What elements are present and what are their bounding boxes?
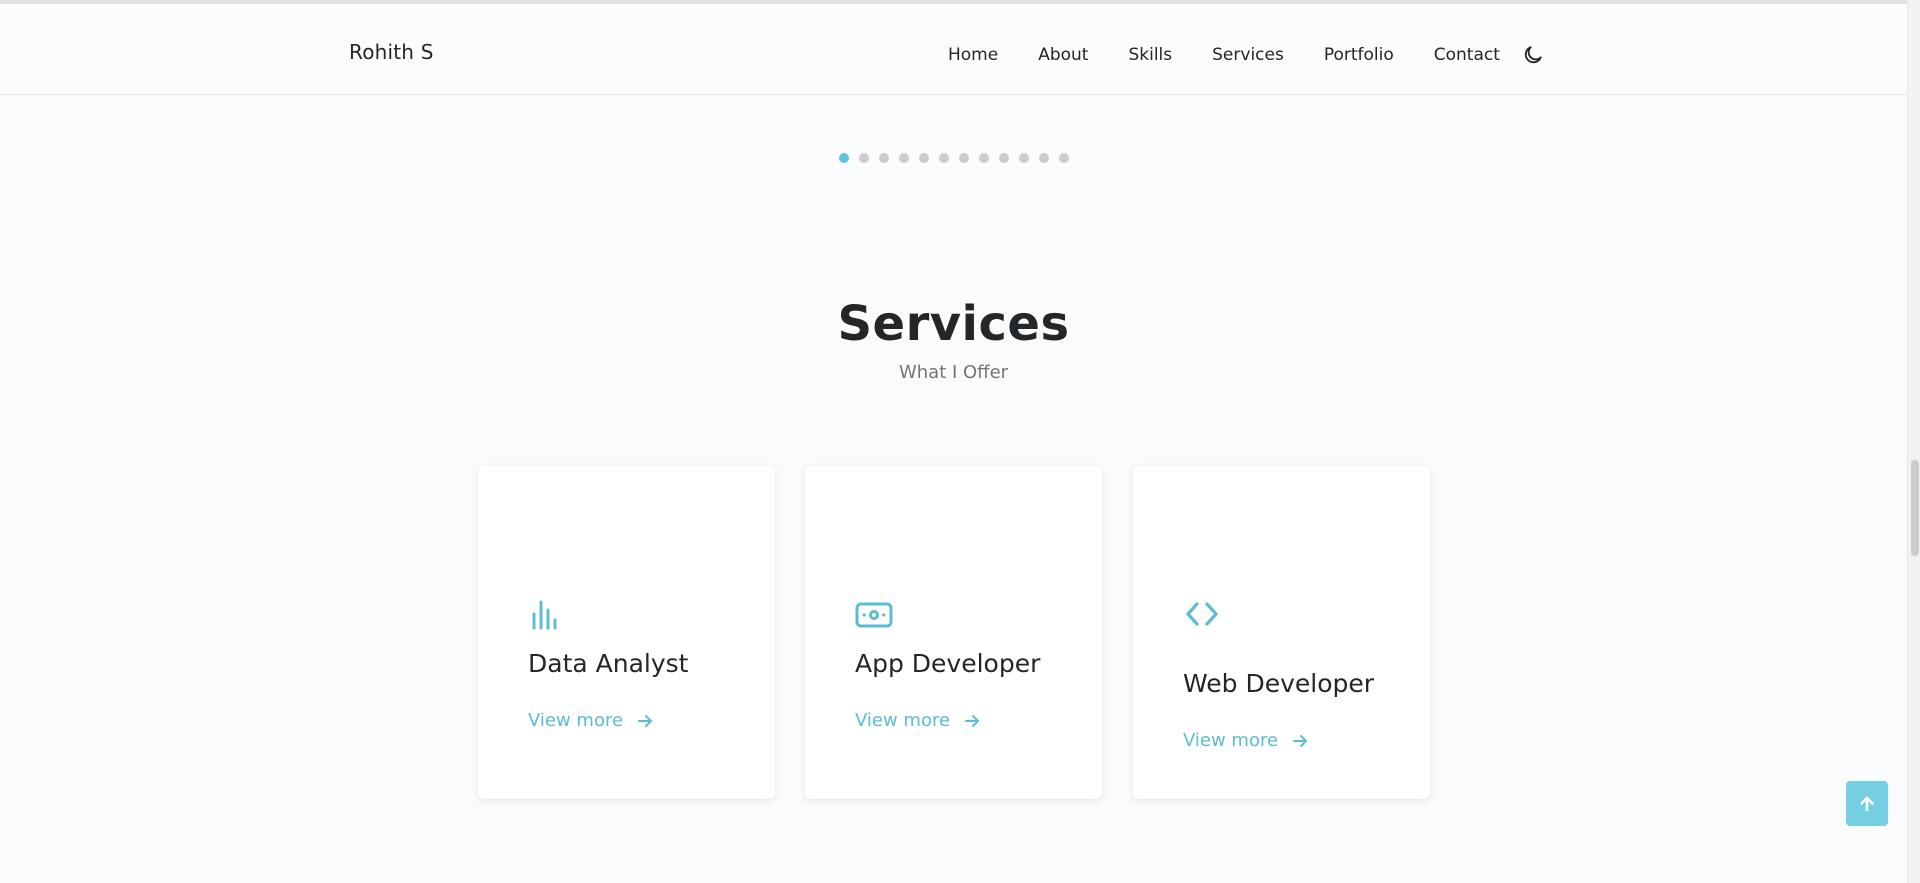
- carousel-dot[interactable]: [999, 153, 1009, 163]
- bar-chart-icon: [528, 596, 568, 636]
- brand-name[interactable]: Rohith S: [349, 40, 434, 64]
- view-more-link[interactable]: View more: [528, 710, 653, 731]
- money-icon: [855, 598, 895, 638]
- section-subtitle: What I Offer: [898, 362, 1009, 383]
- code-icon: [1183, 596, 1223, 636]
- carousel-dot[interactable]: [1019, 153, 1029, 163]
- view-more-label: View more: [855, 710, 951, 731]
- nav-services[interactable]: Services: [1212, 45, 1284, 65]
- page-scrollbar[interactable]: [1907, 0, 1920, 883]
- service-title: Data Analyst: [528, 649, 689, 678]
- view-more-link[interactable]: View more: [1183, 730, 1308, 751]
- moon-icon[interactable]: [1520, 42, 1546, 68]
- carousel-dot[interactable]: [959, 153, 969, 163]
- page: Rohith S Home About Skills Services Port…: [0, 0, 1920, 883]
- carousel-dot[interactable]: [899, 153, 909, 163]
- carousel-pagination: [839, 153, 1079, 163]
- view-more-label: View more: [528, 710, 624, 731]
- service-title: App Developer: [855, 649, 1041, 678]
- arrow-right-icon: [964, 713, 980, 729]
- view-more-label: View more: [1183, 730, 1279, 751]
- carousel-dot[interactable]: [1059, 153, 1069, 163]
- carousel-dot[interactable]: [939, 153, 949, 163]
- carousel-dot[interactable]: [879, 153, 889, 163]
- carousel-dot[interactable]: [859, 153, 869, 163]
- carousel-dot[interactable]: [979, 153, 989, 163]
- carousel-dot[interactable]: [919, 153, 929, 163]
- view-more-link[interactable]: View more: [855, 710, 980, 731]
- main-nav: Home About Skills Services Portfolio Con…: [948, 42, 1546, 68]
- nav-about[interactable]: About: [1038, 45, 1088, 65]
- carousel-dot[interactable]: [839, 153, 849, 163]
- nav-skills[interactable]: Skills: [1128, 45, 1172, 65]
- arrow-right-icon: [1292, 733, 1308, 749]
- carousel-dot[interactable]: [1039, 153, 1049, 163]
- arrow-right-icon: [637, 713, 653, 729]
- scrollbar-thumb[interactable]: [1911, 460, 1919, 556]
- service-title: Web Developer: [1183, 669, 1375, 698]
- nav-contact[interactable]: Contact: [1434, 45, 1500, 65]
- service-card-app-developer: App Developer View more: [805, 466, 1102, 799]
- back-to-top-button[interactable]: [1846, 781, 1888, 826]
- section-title: Services: [837, 296, 1070, 352]
- nav-portfolio[interactable]: Portfolio: [1324, 45, 1394, 65]
- service-card-web-developer: Web Developer View more: [1133, 466, 1430, 799]
- service-card-data-analyst: Data Analyst View more: [478, 466, 775, 799]
- arrow-up-icon: [1858, 795, 1876, 813]
- site-header: Rohith S Home About Skills Services Port…: [0, 0, 1907, 95]
- nav-home[interactable]: Home: [948, 45, 998, 65]
